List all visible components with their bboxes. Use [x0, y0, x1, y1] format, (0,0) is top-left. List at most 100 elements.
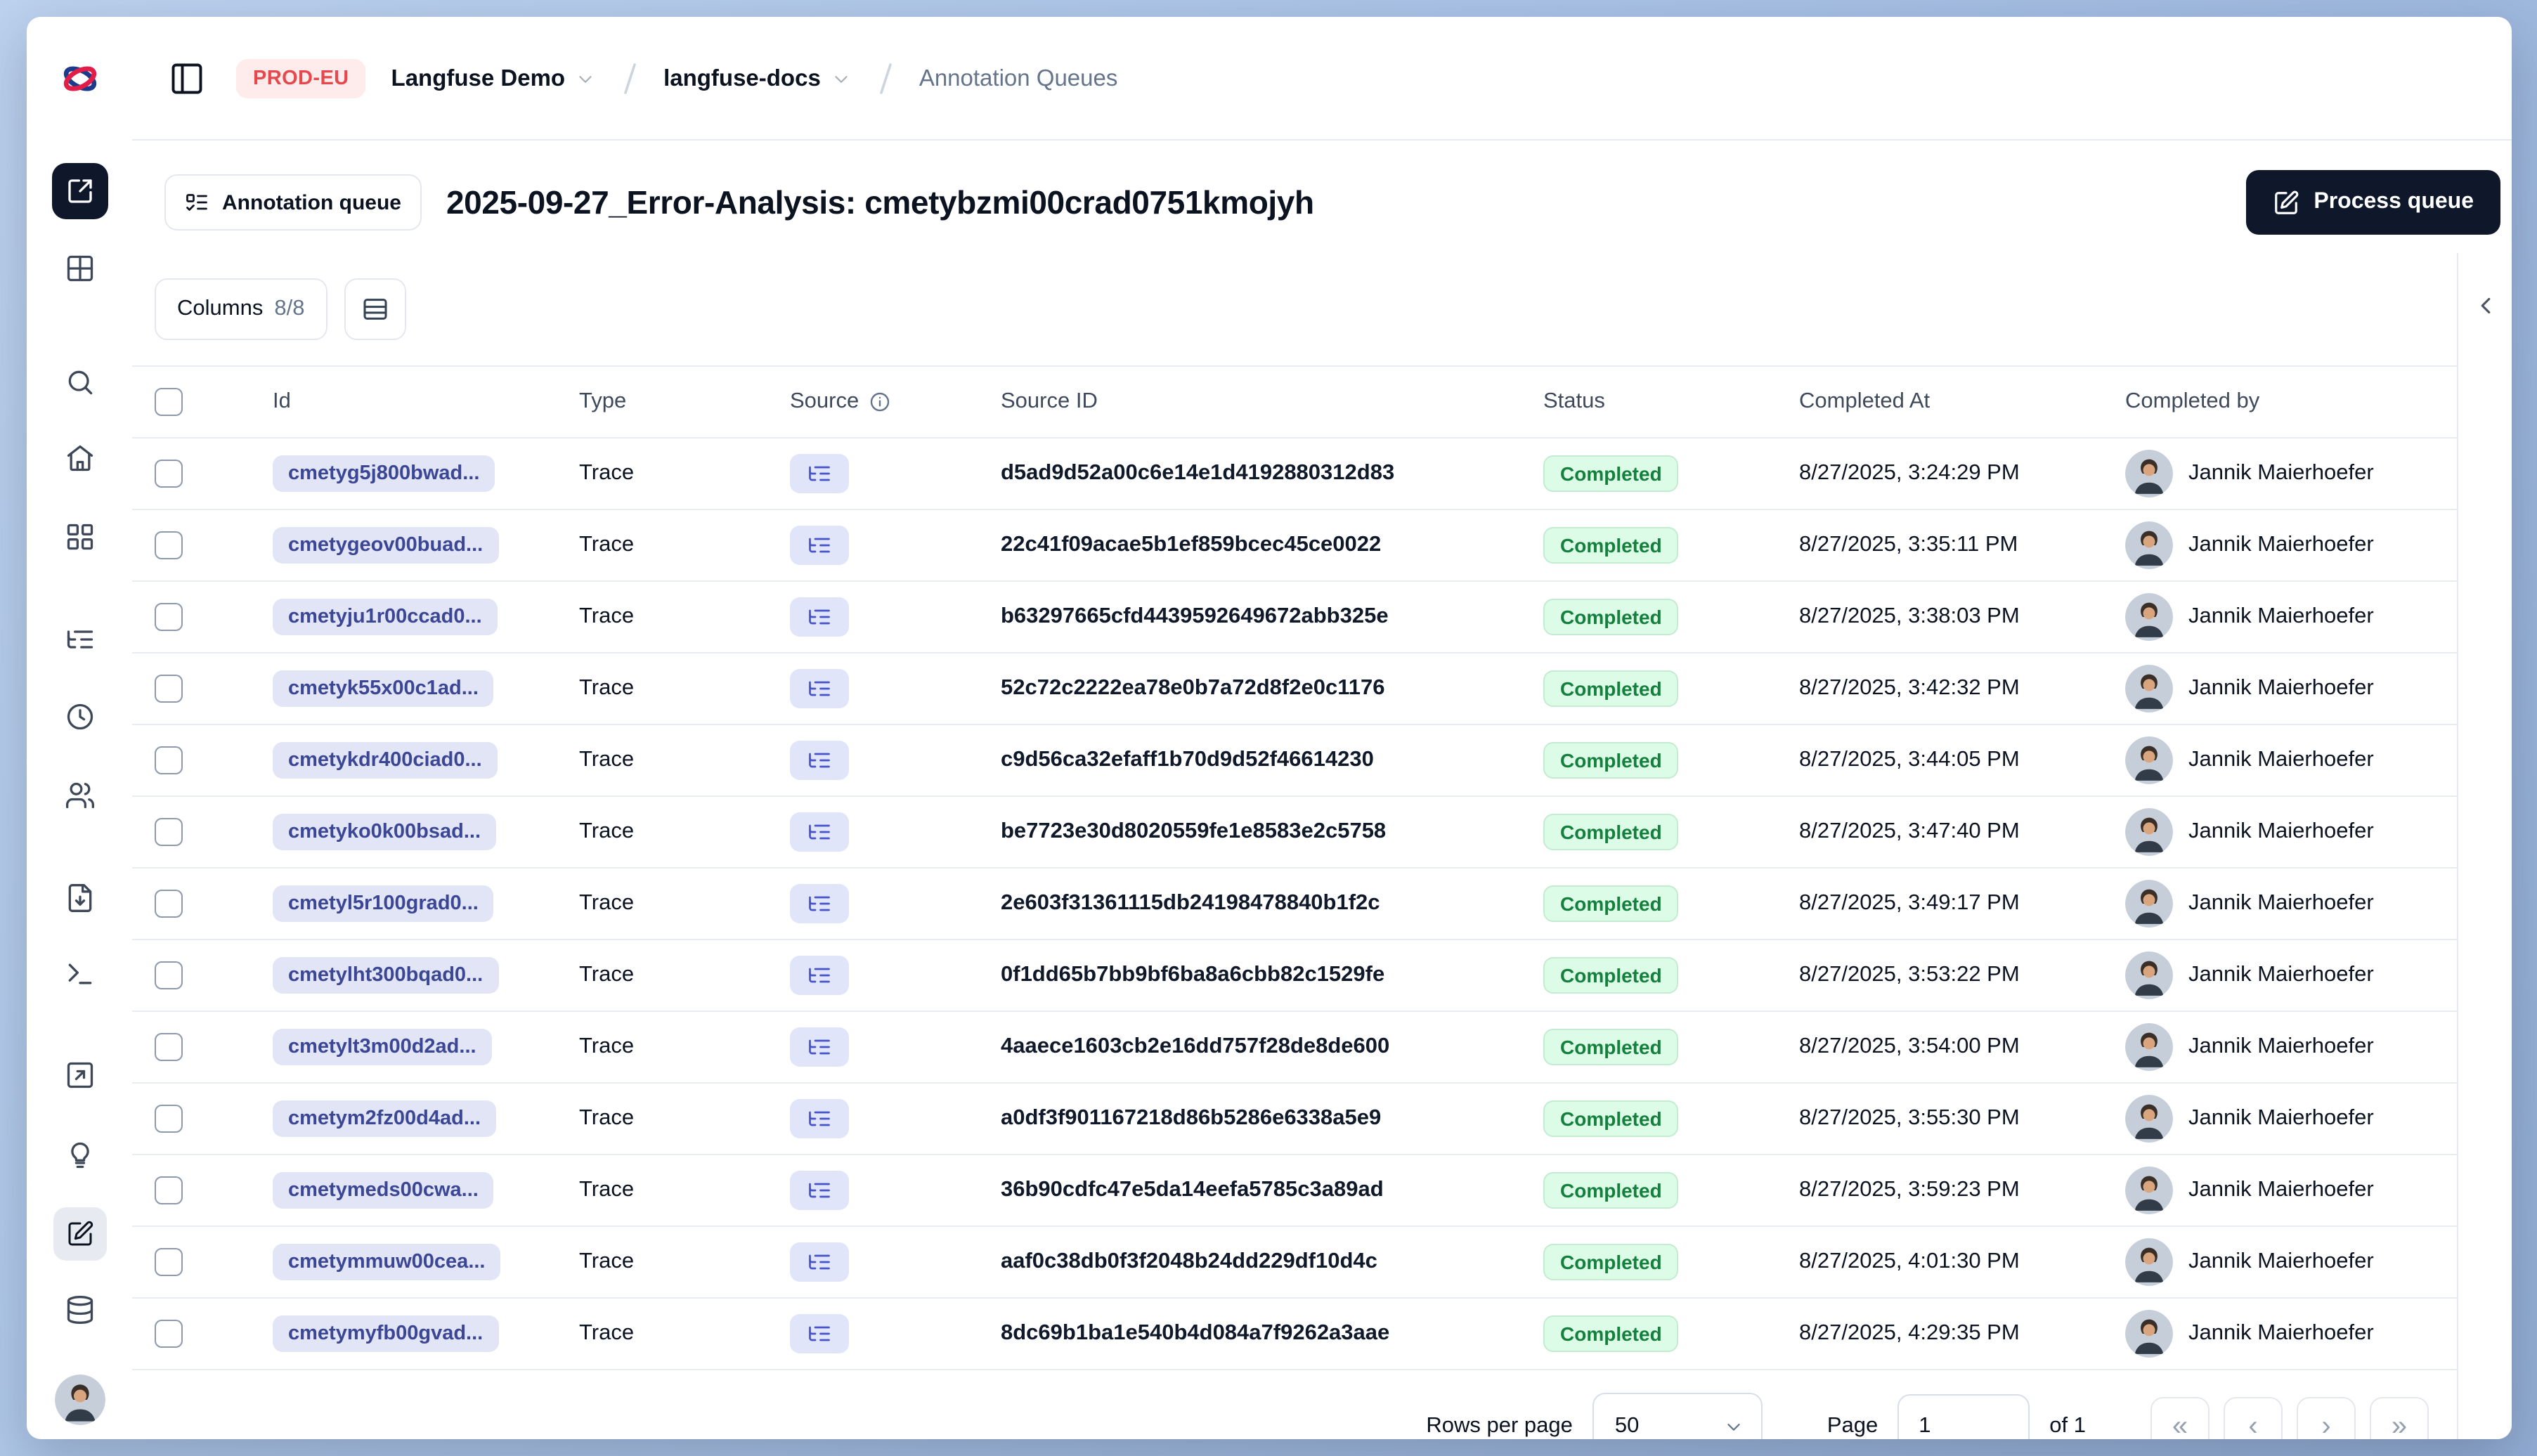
row-checkbox[interactable] — [155, 1176, 183, 1204]
row-checkbox[interactable] — [155, 1248, 183, 1276]
item-id-pill[interactable]: cmetylht300bqad0... — [273, 957, 499, 994]
sidebar-item-dashboards[interactable] — [64, 521, 95, 552]
table-row[interactable]: cmetygeov00buad... Trace 22c41f09acae5b1… — [132, 510, 2457, 582]
row-checkbox[interactable] — [155, 675, 183, 703]
table-row[interactable]: cmetyju1r00ccad0... Trace b63297665cfd44… — [132, 582, 2457, 654]
table-row[interactable]: cmetylt3m00d2ad... Trace 4aaece1603cb2e1… — [132, 1012, 2457, 1084]
trace-source-badge[interactable] — [790, 741, 849, 780]
completed-by-name: Jannik Maierhoefer — [2188, 1249, 2374, 1273]
terminal-icon — [67, 963, 91, 984]
sidebar-item-annotation[interactable] — [53, 1207, 106, 1261]
column-header-type[interactable]: Type — [579, 389, 790, 415]
item-id-pill[interactable]: cmetyko0k00bsad... — [273, 814, 497, 850]
sidebar-item-tables[interactable] — [64, 253, 95, 284]
page-number-input[interactable] — [1897, 1394, 2030, 1439]
table-row[interactable]: cmetyk55x00c1ad... Trace 52c72c2222ea78e… — [132, 654, 2457, 725]
sidebar-item-evals[interactable] — [64, 1140, 95, 1171]
trace-source-badge[interactable] — [790, 884, 849, 923]
column-header-source[interactable]: Source — [790, 389, 1001, 415]
trace-source-badge[interactable] — [790, 1242, 849, 1282]
langfuse-logo[interactable] — [27, 58, 132, 100]
rows-per-page-select[interactable]: 50 — [1592, 1393, 1763, 1439]
item-id-pill[interactable]: cmetygeov00buad... — [273, 527, 499, 564]
row-checkbox[interactable] — [155, 1033, 183, 1061]
column-header-completed-by[interactable]: Completed by — [2125, 389, 2457, 415]
sidebar-item-scores[interactable] — [64, 883, 95, 914]
table-row[interactable]: cmetym2fz00d4ad... Trace a0df3f901167218… — [132, 1084, 2457, 1155]
columns-button[interactable]: Columns 8/8 — [155, 278, 327, 340]
sidebar-item-tracing[interactable] — [64, 624, 95, 655]
trace-source-badge[interactable] — [790, 597, 849, 637]
last-page-button[interactable]: » — [2370, 1397, 2429, 1439]
item-id-pill[interactable]: cmetyk55x00c1ad... — [273, 670, 494, 707]
row-height-button[interactable] — [344, 278, 406, 340]
first-page-button[interactable]: « — [2150, 1397, 2210, 1439]
table-row[interactable]: cmetymeds00cwa... Trace 36b90cdfc47e5da1… — [132, 1155, 2457, 1227]
sidebar-item-playground[interactable] — [64, 1060, 95, 1091]
table-row[interactable]: cmetykdr400ciad0... Trace c9d56ca32efaff… — [132, 725, 2457, 797]
row-checkbox[interactable] — [155, 1105, 183, 1133]
row-checkbox[interactable] — [155, 603, 183, 631]
item-id-pill[interactable]: cmetylt3m00d2ad... — [273, 1029, 492, 1065]
table-row[interactable]: cmetyl5r100grad0... Trace 2e603f31361115… — [132, 869, 2457, 940]
trace-source-badge[interactable] — [790, 956, 849, 995]
sidebar-item-users[interactable] — [64, 780, 95, 811]
select-all-checkbox[interactable] — [155, 388, 183, 416]
trace-source-badge[interactable] — [790, 1099, 849, 1138]
trace-source-badge[interactable] — [790, 454, 849, 493]
sidebar-item-datasets[interactable] — [64, 1294, 95, 1325]
process-queue-button[interactable]: Process queue — [2246, 170, 2500, 235]
info-icon[interactable] — [869, 391, 891, 413]
item-id-pill[interactable]: cmetyju1r00ccad0... — [273, 599, 498, 635]
trace-source-badge[interactable] — [790, 1027, 849, 1067]
trace-source-badge[interactable] — [790, 1171, 849, 1210]
column-header-completed-at[interactable]: Completed At — [1799, 389, 2125, 415]
sidebar-item-prompts[interactable] — [64, 958, 95, 989]
environment-badge[interactable]: PROD-EU — [236, 59, 366, 98]
row-checkbox[interactable] — [155, 961, 183, 989]
expand-panel-button[interactable] — [2469, 290, 2501, 322]
item-id-pill[interactable]: cmetyg5j800bwad... — [273, 455, 495, 492]
table-row[interactable]: cmetymyfb00gvad... Trace 8dc69b1ba1e540b… — [132, 1299, 2457, 1370]
row-checkbox[interactable] — [155, 890, 183, 918]
user-avatar-button[interactable] — [54, 1374, 105, 1425]
item-id-pill[interactable]: cmetyl5r100grad0... — [273, 885, 494, 922]
row-checkbox[interactable] — [155, 746, 183, 774]
trace-source-badge[interactable] — [790, 526, 849, 565]
previous-page-button[interactable]: ‹ — [2224, 1397, 2283, 1439]
next-page-button[interactable]: › — [2297, 1397, 2356, 1439]
column-header-status[interactable]: Status — [1543, 389, 1799, 415]
item-id-pill[interactable]: cmetykdr400ciad0... — [273, 742, 498, 779]
sidebar-item-sessions[interactable] — [64, 701, 95, 732]
row-checkbox[interactable] — [155, 1320, 183, 1348]
trace-source-badge[interactable] — [790, 812, 849, 852]
row-checkbox[interactable] — [155, 818, 183, 846]
table-row[interactable]: cmetyg5j800bwad... Trace d5ad9d52a00c6e1… — [132, 438, 2457, 510]
column-header-id[interactable]: Id — [273, 389, 579, 415]
item-id-pill[interactable]: cmetymeds00cwa... — [273, 1172, 494, 1209]
row-checkbox[interactable] — [155, 531, 183, 559]
type-cell: Trace — [579, 819, 635, 843]
user-avatar — [54, 1374, 105, 1425]
annotation-queue-chip[interactable]: Annotation queue — [164, 174, 421, 230]
open-external-button[interactable] — [51, 163, 108, 219]
sidebar-item-home[interactable] — [64, 443, 95, 474]
table-row[interactable]: cmetyko0k00bsad... Trace be7723e30d80205… — [132, 797, 2457, 869]
trace-source-badge[interactable] — [790, 1314, 849, 1353]
avatar — [2125, 665, 2173, 713]
trace-source-badge[interactable] — [790, 669, 849, 708]
table-row[interactable]: cmetymmuw00cea... Trace aaf0c38db0f3f204… — [132, 1227, 2457, 1299]
item-id-pill[interactable]: cmetym2fz00d4ad... — [273, 1100, 497, 1137]
org-switcher[interactable]: Langfuse Demo — [391, 65, 597, 92]
row-checkbox[interactable] — [155, 460, 183, 488]
item-id-pill[interactable]: cmetymyfb00gvad... — [273, 1315, 499, 1352]
column-header-source-id[interactable]: Source ID — [1001, 389, 1543, 415]
table-row[interactable]: cmetylht300bqad0... Trace 0f1dd65b7bb9bf… — [132, 940, 2457, 1012]
table-zone: Columns 8/8 Id Type Source Source ID Sta… — [132, 253, 2457, 1439]
item-id-pill[interactable]: cmetymmuw00cea... — [273, 1244, 501, 1280]
project-switcher[interactable]: langfuse-docs — [663, 65, 852, 92]
completed-at-cell: 8/27/2025, 3:54:00 PM — [1799, 1034, 2020, 1058]
sidebar-item-search[interactable] — [64, 367, 95, 398]
sidebar-toggle-icon[interactable] — [166, 58, 208, 100]
database-icon — [66, 1296, 93, 1324]
